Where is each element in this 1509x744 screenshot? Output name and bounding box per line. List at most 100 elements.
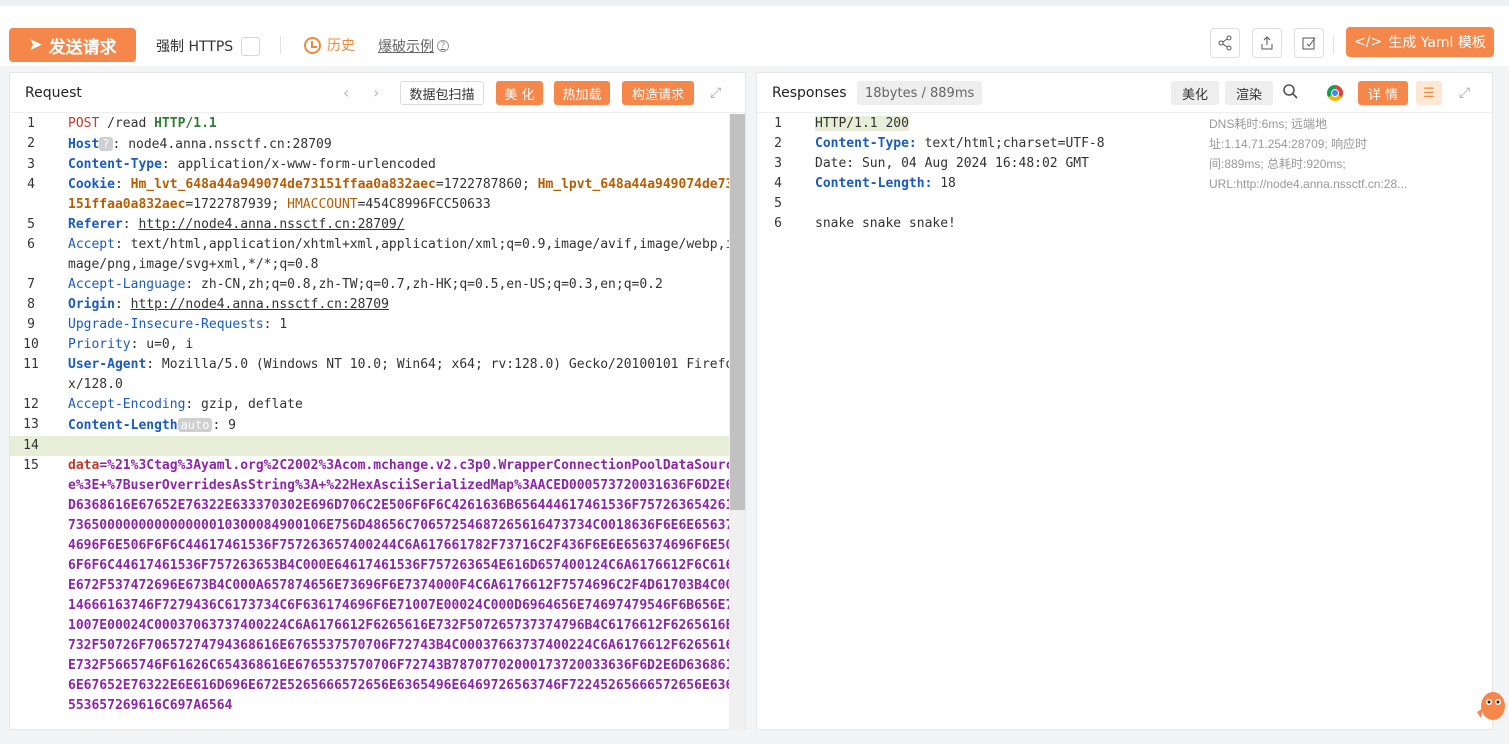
expand-icon[interactable]: ⤢ xyxy=(710,85,721,101)
line-number: 2 xyxy=(774,136,782,151)
divider xyxy=(280,36,281,54)
auto-badge[interactable]: auto xyxy=(177,418,213,432)
expand-icon[interactable]: ⤢ xyxy=(1459,85,1470,101)
header-value: : application/x-www-form-urlencoded xyxy=(161,157,436,172)
force-https-label: 强制 HTTPS xyxy=(156,39,234,55)
help-badge[interactable]: ? xyxy=(99,137,113,151)
render-label: 渲染 xyxy=(1235,87,1262,103)
chevron-left-icon[interactable]: ‹ xyxy=(343,83,349,102)
origin-link[interactable]: http://node4.anna.nssctf.cn:28709 xyxy=(131,297,389,312)
chevron-right-icon[interactable]: › xyxy=(373,83,379,102)
header-key: Content-Length: xyxy=(815,176,933,191)
referer-link[interactable]: http://node4.anna.nssctf.cn:28709/ xyxy=(138,217,404,232)
response-beautify-button[interactable]: 美化 xyxy=(1171,81,1219,105)
line-number: 4 xyxy=(774,176,782,191)
code-line: 12 Accept-Encoding: gzip, deflate xyxy=(10,395,745,415)
clock-icon xyxy=(304,36,321,54)
mascot-icon[interactable] xyxy=(1471,684,1509,728)
details-label: 详 情 xyxy=(1367,87,1399,103)
header-value: text/html;charset=UTF-8 xyxy=(916,136,1105,151)
request-editor[interactable]: 1 POST /read HTTP/1.1 2 Host?: node4.anna.… xyxy=(10,114,745,730)
http-version: HTTP/1.1 xyxy=(154,116,217,131)
cookie-name: Hm_lvt_648a44a949074de73151ffaa0a832aec xyxy=(130,177,436,192)
response-title: Responses xyxy=(772,84,847,101)
brute-force-examples-link[interactable]: 爆破示例 ? xyxy=(378,36,449,56)
code-line: 13 Content-Length auto: 9 xyxy=(10,415,745,436)
response-size-time: 18bytes / 889ms xyxy=(857,81,983,105)
body-param-value: =%21%3Ctag%3Ayaml.org%2C2002%3Acom.mchan… xyxy=(68,458,734,713)
response-body: snake snake snake! xyxy=(815,216,956,231)
comment-button[interactable]: ☰ xyxy=(1416,81,1442,105)
code-line: 6 Accept: text/html,application/xhtml+xml… xyxy=(10,235,745,275)
line-number: 13 xyxy=(23,417,39,432)
code-line: 4 Cookie: Hm_lvt_648a44a949074de73151ffaa… xyxy=(10,175,745,215)
comment-icon: ☰ xyxy=(1423,85,1435,101)
render-button[interactable]: 渲染 xyxy=(1225,81,1273,105)
details-button[interactable]: 详 情 xyxy=(1358,81,1408,105)
line-number: 9 xyxy=(27,317,35,332)
code-line: 7 Accept-Language: zh-CN,zh;q=0.8,zh-TW;q… xyxy=(10,275,745,295)
code-line-current: 14 xyxy=(10,436,745,456)
edit-icon xyxy=(1302,37,1316,50)
packet-scan-button[interactable]: 数据包扫描 xyxy=(400,81,484,105)
beautify-button[interactable]: 美 化 xyxy=(496,81,543,105)
response-beautify-label: 美化 xyxy=(1181,87,1208,103)
history-button[interactable]: 历史 xyxy=(304,35,355,55)
line-number: 11 xyxy=(23,357,39,372)
export-icon xyxy=(1261,36,1273,50)
examples-label: 爆破示例 xyxy=(378,39,434,55)
chrome-icon[interactable] xyxy=(1327,85,1343,101)
response-meta-info: DNS耗时:6ms; 远端地址:1.14.71.254:28709; 响应时间:… xyxy=(1209,117,1408,191)
header-key: Content-Type: xyxy=(815,136,917,151)
generate-yaml-button[interactable]: </> 生成 Yaml 模板 xyxy=(1346,27,1494,57)
line-number: 10 xyxy=(23,337,39,352)
line-number: 1 xyxy=(27,116,35,131)
send-request-button[interactable]: ➤ 发送请求 xyxy=(9,28,136,62)
header-key: Origin xyxy=(68,297,115,312)
divider xyxy=(1333,36,1334,54)
paper-plane-icon: ➤ xyxy=(28,35,43,55)
header-value: : node4.anna.nssctf.cn:28709 xyxy=(112,137,332,152)
line-number: 2 xyxy=(27,136,35,151)
header-key: Cookie xyxy=(68,177,115,192)
request-header: Request ‹ › 数据包扫描 美 化 热加载 构造请求 ⤢ xyxy=(10,73,745,113)
cookie-name: HMACCOUNT xyxy=(287,197,358,212)
header-value: : Mozilla/5.0 (Windows NT 10.0; Win64; x… xyxy=(68,357,734,392)
response-header: Responses 18bytes / 889ms 美化 渲染 详 情 ☰ ⤢ xyxy=(757,73,1492,113)
header-key: Accept-Language xyxy=(68,277,186,292)
send-request-label: 发送请求 xyxy=(48,37,117,58)
header-key: Host xyxy=(68,137,100,152)
code-line: 11 User-Agent: Mozilla/5.0 (Windows NT 10… xyxy=(10,355,745,395)
code-line: 6 snake snake snake! xyxy=(757,214,1492,234)
scrollbar-thumb[interactable] xyxy=(730,114,745,510)
force-https-checkbox[interactable] xyxy=(241,36,261,56)
request-path: /read xyxy=(99,116,155,131)
search-icon[interactable] xyxy=(1282,83,1298,99)
header-key: Accept-Encoding xyxy=(68,397,186,412)
edit-button[interactable] xyxy=(1294,28,1324,58)
header-value: : 9 xyxy=(212,418,236,433)
header-value: Date: Sun, 04 Aug 2024 16:48:02 GMT xyxy=(815,156,1089,171)
line-number: 14 xyxy=(23,438,39,453)
hot-load-button[interactable]: 热加载 xyxy=(554,81,610,105)
code-line: 15 data=%21%3Ctag%3Ayaml.org%2C2002%3Acom… xyxy=(10,456,745,716)
line-number: 6 xyxy=(27,237,35,252)
line-number: 3 xyxy=(27,157,35,172)
header-key: User-Agent xyxy=(68,357,147,372)
code-line: 5 xyxy=(757,194,1492,214)
history-label: 历史 xyxy=(327,38,355,54)
code-line: 3 Content-Type: application/x-www-form-ur… xyxy=(10,155,745,175)
header-key: Upgrade-Insecure-Requests xyxy=(68,317,264,332)
response-editor[interactable]: 1 HTTP/1.1 200 2 Content-Type: text/html;c… xyxy=(757,114,1492,730)
vertical-scrollbar[interactable] xyxy=(729,114,745,730)
cookie-value: =1722787939; xyxy=(185,197,288,212)
header-value: : gzip, deflate xyxy=(185,397,303,412)
line-number: 5 xyxy=(27,217,35,232)
share-button[interactable] xyxy=(1210,28,1240,58)
code-line: 5 Referer: http://node4.anna.nssctf.cn:28… xyxy=(10,215,745,235)
force-https: 强制 HTTPS xyxy=(156,36,261,56)
export-button[interactable] xyxy=(1252,28,1282,58)
code-line: 9 Upgrade-Insecure-Requests: 1 xyxy=(10,315,745,335)
construct-request-button[interactable]: 构造请求 xyxy=(622,81,694,105)
line-number: 3 xyxy=(774,156,782,171)
